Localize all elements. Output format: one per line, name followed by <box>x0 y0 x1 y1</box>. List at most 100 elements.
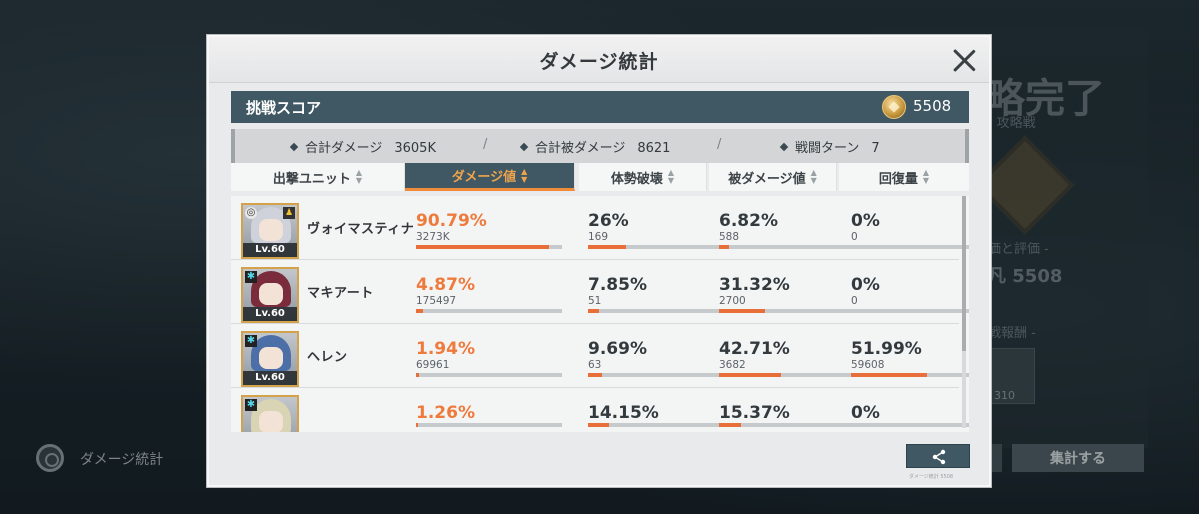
close-icon[interactable] <box>949 45 979 75</box>
stat-bar-fill <box>588 373 603 377</box>
stat-value: 63 <box>588 359 602 371</box>
stat-cell-break: 7.85% 51 <box>588 276 736 313</box>
stat-percent: 90.79% <box>416 211 487 231</box>
unit-level: Lv.60 <box>243 371 297 385</box>
dialog-header: ダメージ統計 <box>209 37 989 83</box>
stat-bar-fill <box>416 373 419 377</box>
summary-total-taken: 合計被ダメージ 8621 <box>519 137 671 156</box>
stat-bar <box>719 373 865 377</box>
score-medal-icon <box>882 95 906 119</box>
summary-turns: 戦闘ターン 7 <box>779 137 880 156</box>
stat-cell-damage: 1.26% <box>416 404 564 427</box>
support-role-icon: ♟ <box>283 207 295 219</box>
tab-units[interactable]: 出撃ユニット ▲ ▼ <box>231 163 405 191</box>
sort-icon: ▲ ▼ <box>521 166 528 184</box>
stat-cell-damage: 4.87% 175497 <box>416 276 564 313</box>
stat-percent: 31.32% <box>719 275 790 295</box>
stat-cell-taken: 6.82% 588 <box>719 212 867 249</box>
unit-name: マキアート <box>307 286 374 301</box>
tab-taken[interactable]: 被ダメージ値 ▲ ▼ <box>709 163 837 191</box>
stat-cell-damage: 1.94% 69961 <box>416 340 564 377</box>
stat-cell-heal: 0% 0 <box>851 212 969 249</box>
stat-percent: 51.99% <box>851 339 922 359</box>
stat-bar <box>851 423 969 427</box>
stat-value: 51 <box>588 295 602 307</box>
stat-cell-heal: 0% 0 <box>851 276 969 313</box>
portrait-face <box>259 347 283 369</box>
damage-stats-dialog: ダメージ統計 挑戦スコア 5508 合計ダメージ 3605K / 合計被ダメージ 8… <box>207 35 991 487</box>
stat-percent: 7.85% <box>588 275 647 295</box>
table-row[interactable]: ✱ 1.26% 14.15% 15.37% 0% <box>231 388 969 432</box>
tab-label: 回復量 <box>878 171 918 187</box>
unit-portrait: ✱ Lv.60 <box>241 267 299 323</box>
stat-bar-fill <box>719 423 742 427</box>
share-icon <box>932 449 946 465</box>
challenge-score-value: 5508 <box>913 97 952 115</box>
stat-bar <box>416 373 562 377</box>
stat-percent: 26% <box>588 211 629 231</box>
stat-value: 59608 <box>851 359 885 371</box>
stat-value: 175497 <box>416 295 457 307</box>
portrait-face <box>259 219 283 241</box>
stat-bar <box>588 423 734 427</box>
tab-label: ダメージ値 <box>451 170 517 185</box>
challenge-score-bar: 挑戦スコア 5508 <box>231 91 969 123</box>
tab-damage[interactable]: ダメージ値 ▲ ▼ <box>405 163 575 191</box>
stat-bar-fill <box>719 245 729 249</box>
stat-cell-break: 26% 169 <box>588 212 736 249</box>
unit-portrait: ✱ Lv.60 <box>241 331 299 387</box>
summary-value: 3605K <box>394 141 436 156</box>
stat-value: 3682 <box>719 359 746 371</box>
diamond-icon <box>289 142 299 152</box>
sort-icon: ▲ ▼ <box>810 168 817 185</box>
diamond-icon <box>779 142 789 152</box>
summary-label: 戦闘ターン <box>795 141 860 156</box>
stat-bar <box>851 373 969 377</box>
dialog-title: ダメージ統計 <box>539 51 659 73</box>
summary-separator: / <box>483 137 488 152</box>
stat-value: 0 <box>851 295 858 307</box>
tab-label: 出撃ユニット <box>272 171 351 187</box>
stat-bar <box>719 309 865 313</box>
table-row[interactable]: ✱ Lv.60 ヘレン 1.94% 69961 9.69% 63 42.71% 3682 51.9… <box>231 324 969 388</box>
stat-percent: 6.82% <box>719 211 778 231</box>
stat-bar-fill <box>416 423 418 427</box>
stat-bar-fill <box>851 373 927 377</box>
stat-value: 169 <box>588 231 609 243</box>
share-button[interactable] <box>906 444 970 468</box>
unit-name: ヴォイマスティナ <box>307 222 415 237</box>
sort-icon: ▲ ▼ <box>667 168 675 185</box>
stat-percent: 1.94% <box>416 339 475 359</box>
tab-break[interactable]: 体勢破壊 ▲ ▼ <box>579 163 707 191</box>
sort-tabs: 出撃ユニット ▲ ▼ ダメージ値 ▲ ▼ 体勢破壊 ▲ ▼ 被ダメージ値 ▲ ▼ 回復量 ▲ ▼ <box>231 163 969 191</box>
stat-bar <box>416 245 562 249</box>
sort-icon: ▲ ▼ <box>355 168 363 185</box>
stat-cell-taken: 31.32% 2700 <box>719 276 867 313</box>
stat-bar-fill <box>719 309 765 313</box>
stat-bar-fill <box>416 245 549 249</box>
tab-heal[interactable]: 回復量 ▲ ▼ <box>839 163 969 191</box>
summary-separator: / <box>717 137 722 152</box>
ice-attribute-icon: ✱ <box>245 271 257 283</box>
stat-cell-heal: 0% <box>851 404 969 427</box>
stat-bar <box>851 245 969 249</box>
unit-portrait: ◎ ♟ Lv.60 <box>241 203 299 259</box>
stat-value: 588 <box>719 231 740 243</box>
summary-value: 7 <box>871 141 880 156</box>
stat-bar-fill <box>416 309 424 313</box>
footnote: ダメージ統計 5508 <box>909 474 954 480</box>
ice-attribute-icon: ✱ <box>245 399 257 411</box>
stat-bar <box>588 245 734 249</box>
scrollbar-thumb[interactable] <box>962 196 966 351</box>
stat-cell-taken: 15.37% <box>719 404 867 427</box>
stat-bar <box>416 309 562 313</box>
stats-table[interactable]: ◎ ♟ Lv.60 ヴォイマスティナ 90.79% 3273K 26% 169 6.82% 588… <box>231 196 969 432</box>
stat-bar <box>719 423 865 427</box>
table-row[interactable]: ◎ ♟ Lv.60 ヴォイマスティナ 90.79% 3273K 26% 169 6.82% 588… <box>231 196 969 260</box>
scrollbar[interactable] <box>962 196 966 428</box>
table-row[interactable]: ✱ Lv.60 マキアート 4.87% 175497 7.85% 51 31.32% 2700 0… <box>231 260 969 324</box>
unit-portrait: ✱ <box>241 395 299 432</box>
diamond-icon <box>519 142 529 152</box>
battle-summary: 合計ダメージ 3605K / 合計被ダメージ 8621 / 戦闘ターン 7 <box>231 129 969 163</box>
summary-value: 8621 <box>637 141 671 156</box>
